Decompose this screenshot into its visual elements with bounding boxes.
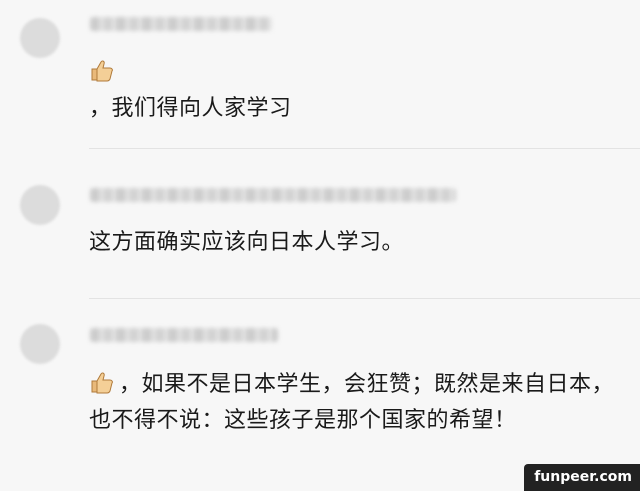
comment-text: 这方面确实应该向日本人学习。 [89, 230, 405, 255]
commenter-name[interactable] [90, 188, 456, 202]
avatar[interactable] [20, 324, 60, 364]
comment-body: ，我们得向人家学习 [89, 55, 616, 127]
comment-body: 这方面确实应该向日本人学习。 [89, 225, 616, 261]
avatar[interactable] [20, 185, 60, 225]
watermark: funpeer.com [524, 464, 640, 491]
thumbs-up-icon [91, 372, 113, 394]
comment-3: ，如果不是日本学生，会狂赞；既然是来自日本，也不得不说：这些孩子是那个国家的希望… [0, 300, 640, 491]
comment-1: ，我们得向人家学习 [0, 0, 640, 150]
thumbs-up-icon [91, 60, 113, 82]
commenter-name[interactable] [90, 17, 272, 31]
comment-2: 这方面确实应该向日本人学习。 [0, 150, 640, 300]
avatar[interactable] [20, 18, 60, 58]
divider [89, 298, 640, 299]
commenter-name[interactable] [90, 328, 278, 342]
comment-text: ，如果不是日本学生，会狂赞；既然是来自日本，也不得不说：这些孩子是那个国家的希望… [89, 372, 615, 433]
divider [89, 148, 640, 149]
comment-text: ，我们得向人家学习 [89, 96, 292, 121]
comment-body: ，如果不是日本学生，会狂赞；既然是来自日本，也不得不说：这些孩子是那个国家的希望… [89, 367, 616, 439]
